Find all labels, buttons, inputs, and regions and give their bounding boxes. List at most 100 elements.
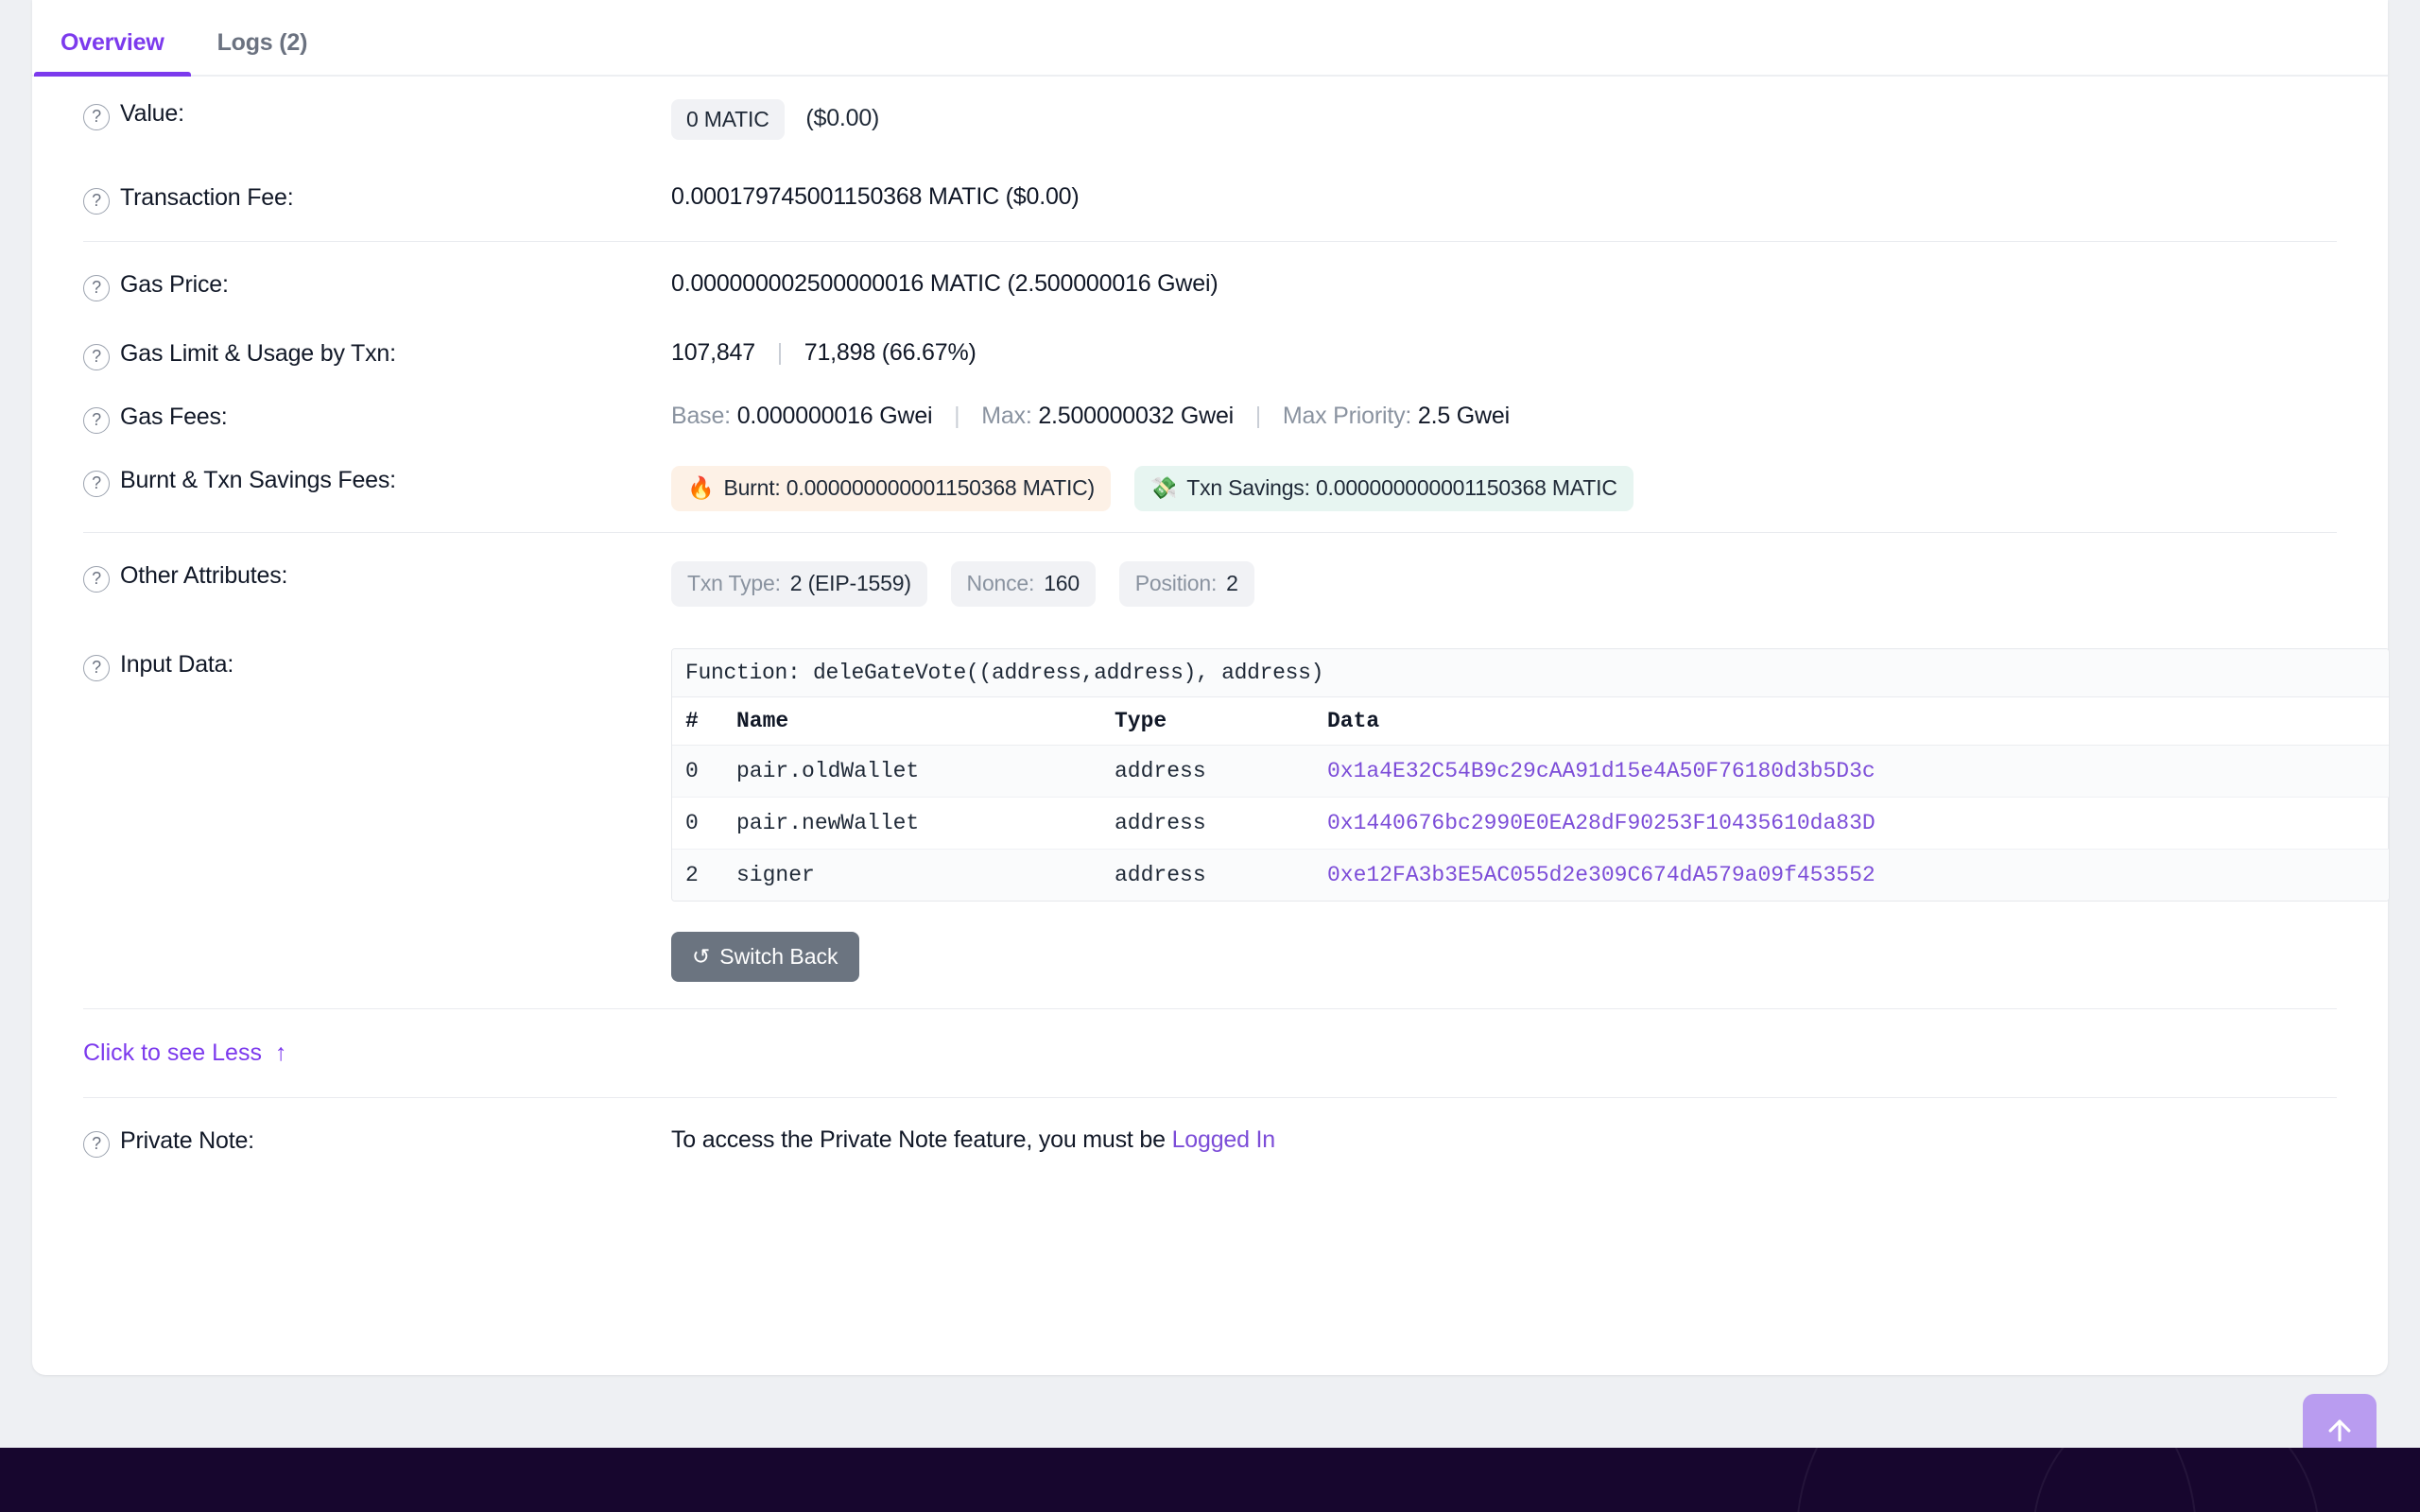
label-value-text: Value: <box>120 100 184 127</box>
help-icon[interactable]: ? <box>83 406 110 434</box>
transaction-details-card: Overview Logs (2) ? Value: 0 MATIC ($0.0… <box>32 0 2390 1375</box>
row-gas-price: ? Gas Price: 0.000000002500000016 MATIC … <box>83 248 2337 322</box>
private-note-value: To access the Private Note feature, you … <box>671 1125 1275 1154</box>
gas-limit-value: 107,847 | 71,898 (66.67%) <box>671 337 977 367</box>
label-gas-limit: ? Gas Limit & Usage by Txn: <box>83 337 671 370</box>
cell-address[interactable]: 0xe12FA3b3E5AC055d2e309C674dA579a09f4535… <box>1318 849 2389 901</box>
label-burnt-savings: ? Burnt & Txn Savings Fees: <box>83 464 671 497</box>
gas-limit-amount: 107,847 <box>671 338 755 366</box>
cell-address[interactable]: 0x1440676bc2990E0EA28dF90253F10435610da8… <box>1318 797 2389 850</box>
header-name: Name <box>727 696 1105 746</box>
label-other-attributes-text: Other Attributes: <box>120 561 288 589</box>
page-footer <box>0 1448 2420 1512</box>
row-private-note: ? Private Note: To access the Private No… <box>83 1104 2337 1178</box>
help-icon[interactable]: ? <box>83 470 110 497</box>
help-icon[interactable]: ? <box>83 274 110 301</box>
cell-type: address <box>1105 849 1318 901</box>
value-content: 0 MATIC ($0.00) <box>671 97 879 140</box>
help-icon[interactable]: ? <box>83 1130 110 1158</box>
txn-type-badge: Txn Type: 2 (EIP-1559) <box>671 560 927 607</box>
help-icon[interactable]: ? <box>83 104 110 130</box>
gas-priority-label: Max Priority: <box>1282 402 1412 429</box>
money-wings-icon: 💸 <box>1150 474 1178 500</box>
cell-index: 0 <box>672 745 727 798</box>
table-row: 0 pair.newWallet address 0x1440676bc2990… <box>672 797 2389 850</box>
label-burnt-savings-text: Burnt & Txn Savings Fees: <box>120 466 396 493</box>
tab-overview[interactable]: Overview <box>34 29 191 77</box>
help-icon[interactable]: ? <box>83 187 110 215</box>
value-pill: 0 MATIC <box>671 99 785 140</box>
label-private-note-text: Private Note: <box>120 1126 254 1154</box>
gas-usage-amount: 71,898 (66.67%) <box>804 338 977 366</box>
row-burnt-savings: ? Burnt & Txn Savings Fees: 🔥 Burnt: 0.0… <box>83 449 2337 526</box>
txn-type-key: Txn Type: <box>687 570 781 595</box>
switch-back-button[interactable]: ↺ Switch Back <box>671 931 859 982</box>
page-root: Overview Logs (2) ? Value: 0 MATIC ($0.0… <box>0 0 2420 1512</box>
row-transaction-fee: ? Transaction Fee: 0.000179745001150368 … <box>83 161 2337 235</box>
label-private-note: ? Private Note: <box>83 1125 671 1158</box>
divider <box>83 531 2337 533</box>
gas-price-value: 0.000000002500000016 MATIC (2.500000016 … <box>671 269 1219 297</box>
see-less-label: Click to see Less <box>83 1039 262 1066</box>
cell-name: signer <box>727 849 1105 901</box>
cell-name: pair.oldWallet <box>727 745 1105 798</box>
input-data-table: # Name Type Data 0 pair.oldWallet addres… <box>672 696 2389 901</box>
help-icon[interactable]: ? <box>83 565 110 593</box>
arrow-up-icon <box>2328 1419 2351 1442</box>
function-signature: Function: deleGateVote((address,address)… <box>672 648 2389 697</box>
divider <box>83 240 2337 242</box>
cell-index: 0 <box>672 797 727 850</box>
see-less-row: Click to see Less ↑ <box>83 1015 2337 1091</box>
row-other-attributes: ? Other Attributes: Txn Type: 2 (EIP-155… <box>83 539 2337 627</box>
gas-fees-divider-1: | <box>954 402 960 429</box>
position-key: Position: <box>1134 570 1218 595</box>
cell-address[interactable]: 0x1a4E32C54B9c29cAA91d15e4A50F76180d3b5D… <box>1318 745 2389 798</box>
divider <box>83 1007 2337 1009</box>
nonce-badge: Nonce: 160 <box>950 560 1096 607</box>
row-gas-limit: ? Gas Limit & Usage by Txn: 107,847 | 71… <box>83 322 2337 386</box>
table-header-row: # Name Type Data <box>672 696 2389 746</box>
transaction-fee-value: 0.000179745001150368 MATIC ($0.00) <box>671 182 1080 210</box>
gas-base-value: 0.000000016 Gwei <box>736 402 933 429</box>
label-gas-price-text: Gas Price: <box>120 270 229 298</box>
gas-fees-divider-2: | <box>1254 402 1262 429</box>
nonce-key: Nonce: <box>966 570 1035 595</box>
other-attributes-value: Txn Type: 2 (EIP-1559) Nonce: 160 Positi… <box>671 559 1271 607</box>
label-other-attributes: ? Other Attributes: <box>83 559 671 593</box>
gas-fees-value: Base: 0.000000016 Gwei | Max: 2.50000003… <box>671 401 1510 430</box>
cell-index: 2 <box>672 849 727 901</box>
fire-icon: 🔥 <box>687 474 715 500</box>
gas-max-label: Max: <box>981 402 1032 429</box>
header-index: # <box>672 696 727 746</box>
burnt-badge: 🔥 Burnt: 0.000000000001150368 MATIC) <box>671 465 1112 511</box>
gas-priority-value: 2.5 Gwei <box>1417 402 1510 429</box>
position-badge: Position: 2 <box>1118 560 1254 607</box>
label-gas-price: ? Gas Price: <box>83 268 671 301</box>
label-value: ? Value: <box>83 97 671 130</box>
table-row: 2 signer address 0xe12FA3b3E5AC055d2e309… <box>672 849 2389 901</box>
details-body: ? Value: 0 MATIC ($0.00) ? Transaction F… <box>32 77 2390 1178</box>
undo-icon: ↺ <box>692 943 711 969</box>
input-data-content: Function: deleGateVote((address,address)… <box>671 647 2390 982</box>
cell-name: pair.newWallet <box>727 797 1105 850</box>
gas-max-value: 2.500000032 Gwei <box>1038 402 1235 429</box>
burnt-text: Burnt: 0.000000000001150368 MATIC) <box>723 474 1096 500</box>
label-transaction-fee: ? Transaction Fee: <box>83 181 671 215</box>
label-transaction-fee-text: Transaction Fee: <box>120 183 294 211</box>
help-icon[interactable]: ? <box>83 343 110 370</box>
logged-in-link[interactable]: Logged In <box>1172 1126 1276 1153</box>
help-icon[interactable]: ? <box>83 654 110 681</box>
txn-savings-badge: 💸 Txn Savings: 0.000000000001150368 MATI… <box>1133 465 1634 511</box>
cell-type: address <box>1105 797 1318 850</box>
txn-type-value: 2 (EIP-1559) <box>789 570 911 595</box>
private-note-text: To access the Private Note feature, you … <box>671 1125 1166 1153</box>
table-row: 0 pair.oldWallet address 0x1a4E32C54B9c2… <box>672 745 2389 798</box>
tab-bar: Overview Logs (2) <box>32 0 2388 77</box>
see-less-toggle[interactable]: Click to see Less ↑ <box>83 1015 286 1091</box>
label-gas-limit-text: Gas Limit & Usage by Txn: <box>120 339 396 367</box>
tab-logs[interactable]: Logs (2) <box>191 29 335 75</box>
burnt-savings-value: 🔥 Burnt: 0.000000000001150368 MATIC) 💸 T… <box>671 464 1651 511</box>
label-gas-fees-text: Gas Fees: <box>120 403 228 430</box>
gas-limit-divider: | <box>776 338 784 366</box>
label-input-data-text: Input Data: <box>120 650 234 678</box>
